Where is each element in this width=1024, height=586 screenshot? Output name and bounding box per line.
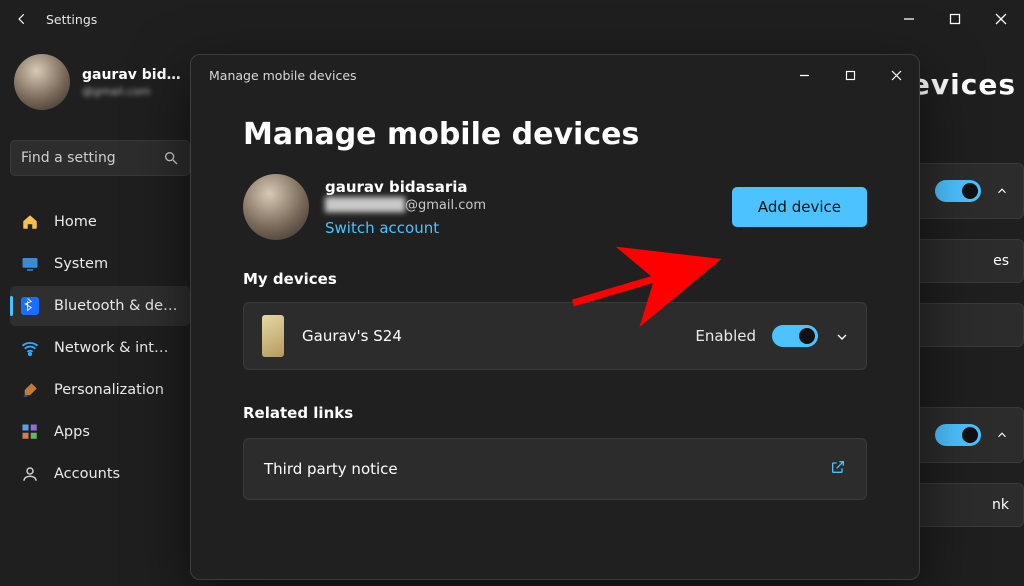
device-row[interactable]: Gaurav's S24 Enabled: [243, 302, 867, 370]
device-toggle[interactable]: [772, 325, 818, 347]
my-devices-heading: My devices: [243, 270, 867, 288]
close-button[interactable]: [978, 0, 1024, 38]
nav-apps[interactable]: Apps: [10, 412, 190, 452]
dialog-title: Manage mobile devices: [209, 68, 357, 83]
profile-text: gaurav bid… @gmail.com: [82, 67, 181, 98]
bg-card-2[interactable]: es: [914, 239, 1024, 283]
device-right: Enabled: [695, 325, 848, 347]
bg-card-4[interactable]: [914, 407, 1024, 463]
settings-title: Settings: [46, 12, 97, 27]
link-label: Third party notice: [264, 460, 398, 478]
third-party-notice-link[interactable]: Third party notice: [243, 438, 867, 500]
chevron-up-icon: [995, 184, 1009, 198]
dialog-minimize-button[interactable]: [781, 55, 827, 95]
add-device-button[interactable]: Add device: [732, 187, 867, 227]
account-text: gaurav bidasaria ████████@gmail.com Swit…: [325, 178, 486, 237]
nav-label: Network & int…: [54, 340, 168, 356]
external-link-icon: [830, 459, 846, 479]
dialog-close-button[interactable]: [873, 55, 919, 95]
phone-icon: [262, 315, 284, 357]
dialog-titlebar: Manage mobile devices: [191, 55, 919, 95]
nav-personalization[interactable]: Personalization: [10, 370, 190, 410]
home-icon: [20, 213, 40, 231]
nav-home[interactable]: Home: [10, 202, 190, 242]
bg-card-label: es: [993, 253, 1009, 269]
chevron-down-icon[interactable]: [834, 329, 848, 343]
dialog-heading: Manage mobile devices: [243, 117, 867, 152]
avatar: [243, 174, 309, 240]
apps-icon: [20, 423, 40, 441]
dialog-window-controls: [781, 55, 919, 95]
nav-label: Personalization: [54, 382, 164, 398]
settings-title-left: Settings: [14, 11, 97, 27]
account-email: ████████@gmail.com: [325, 198, 486, 213]
bg-card-label: nk: [992, 497, 1009, 513]
bg-card-5[interactable]: nk: [914, 483, 1024, 527]
bg-card-1[interactable]: [914, 163, 1024, 219]
manage-mobile-devices-dialog: Manage mobile devices Manage mobile devi…: [190, 54, 920, 580]
back-button[interactable]: [14, 11, 30, 27]
bluetooth-icon: [20, 297, 40, 315]
profile-email: @gmail.com: [82, 85, 181, 98]
settings-titlebar: Settings: [0, 0, 1024, 38]
profile-block[interactable]: gaurav bid… @gmail.com: [10, 48, 190, 116]
accounts-icon: [20, 465, 40, 483]
toggle[interactable]: [935, 180, 981, 202]
settings-right-panel: evices es nk: [914, 38, 1024, 586]
account-row: gaurav bidasaria ████████@gmail.com Swit…: [243, 174, 867, 240]
page-title-fragment: evices: [911, 68, 1024, 101]
dialog-maximize-button[interactable]: [827, 55, 873, 95]
nav: Home System Bluetooth & de…: [10, 202, 190, 494]
email-domain: @gmail.com: [405, 198, 486, 213]
settings-window-controls: [886, 0, 1024, 38]
wifi-icon: [20, 339, 40, 357]
toggle[interactable]: [935, 424, 981, 446]
nav-accounts[interactable]: Accounts: [10, 454, 190, 494]
profile-name: gaurav bid…: [82, 67, 181, 83]
related-links-heading: Related links: [243, 404, 867, 422]
system-icon: [20, 255, 40, 273]
search-input[interactable]: Find a setting: [10, 140, 190, 176]
bg-card-3[interactable]: [914, 303, 1024, 347]
nav-bluetooth[interactable]: Bluetooth & de…: [10, 286, 190, 326]
dialog-body: Manage mobile devices gaurav bidasaria █…: [191, 95, 919, 500]
brush-icon: [20, 381, 40, 399]
device-status: Enabled: [695, 327, 756, 345]
switch-account-link[interactable]: Switch account: [325, 219, 486, 237]
email-redacted: ████████: [325, 198, 405, 213]
nav-label: Home: [54, 214, 97, 230]
chevron-up-icon: [995, 428, 1009, 442]
nav-label: Accounts: [54, 466, 120, 482]
device-name: Gaurav's S24: [302, 327, 402, 345]
nav-label: Apps: [54, 424, 90, 440]
nav-network[interactable]: Network & int…: [10, 328, 190, 368]
settings-sidebar: gaurav bid… @gmail.com Find a setting Ho…: [0, 38, 200, 586]
nav-label: Bluetooth & de…: [54, 298, 178, 314]
maximize-button[interactable]: [932, 0, 978, 38]
minimize-button[interactable]: [886, 0, 932, 38]
search-icon: [163, 150, 179, 166]
avatar: [14, 54, 70, 110]
nav-label: System: [54, 256, 108, 272]
search-placeholder: Find a setting: [21, 150, 116, 166]
nav-system[interactable]: System: [10, 244, 190, 284]
account-name: gaurav bidasaria: [325, 178, 486, 196]
